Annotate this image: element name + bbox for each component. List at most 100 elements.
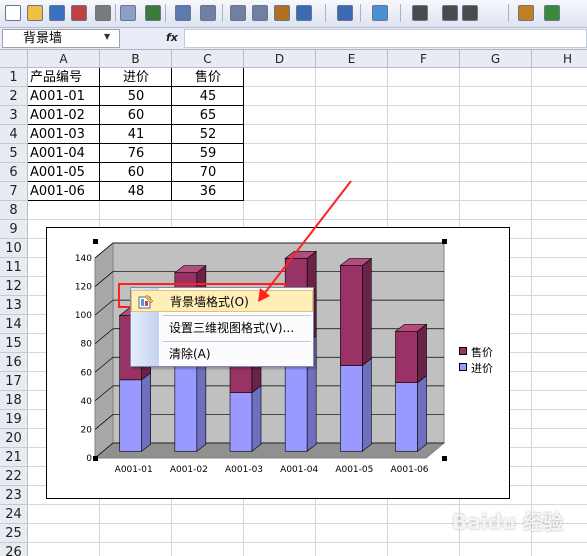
menu-separator bbox=[163, 315, 311, 316]
print-preview-icon[interactable] bbox=[120, 5, 136, 21]
permission-icon[interactable] bbox=[71, 5, 87, 21]
row-header-19[interactable]: 19 bbox=[0, 410, 28, 429]
table-cell[interactable]: A001-01 bbox=[28, 87, 100, 106]
row-header-10[interactable]: 10 bbox=[0, 239, 28, 258]
x-tick-label: A001-05 bbox=[335, 465, 373, 475]
format-painter-icon[interactable] bbox=[274, 5, 290, 21]
copy-icon[interactable] bbox=[230, 5, 246, 21]
table-cell[interactable]: 60 bbox=[100, 163, 172, 182]
column-header-b[interactable]: B bbox=[100, 50, 172, 68]
column-header-f[interactable]: F bbox=[388, 50, 460, 68]
row-header-3[interactable]: 3 bbox=[0, 106, 28, 125]
row-header-5[interactable]: 5 bbox=[0, 144, 28, 163]
table-cell[interactable]: A001-04 bbox=[28, 144, 100, 163]
selection-handle bbox=[442, 239, 447, 244]
column-header-a[interactable]: A bbox=[28, 50, 100, 68]
menu-label: 设置三维视图格式(V)... bbox=[169, 321, 295, 335]
table-cell[interactable]: 52 bbox=[172, 125, 244, 144]
bar-进价-A001-03 bbox=[229, 392, 253, 452]
row-header-8[interactable]: 8 bbox=[0, 201, 28, 220]
undo-icon[interactable] bbox=[296, 5, 312, 21]
column-header-c[interactable]: C bbox=[172, 50, 244, 68]
spelling-icon[interactable] bbox=[145, 5, 161, 21]
chart-wizard-icon[interactable] bbox=[518, 5, 534, 21]
open-icon[interactable] bbox=[27, 5, 43, 21]
row-header-23[interactable]: 23 bbox=[0, 486, 28, 505]
select-all-corner[interactable] bbox=[0, 50, 28, 68]
menu-separator bbox=[163, 341, 311, 342]
menu-item-3d-view[interactable]: 设置三维视图格式(V)... bbox=[131, 317, 313, 339]
paste-icon[interactable] bbox=[252, 5, 268, 21]
row-header-13[interactable]: 13 bbox=[0, 296, 28, 315]
row-header-4[interactable]: 4 bbox=[0, 125, 28, 144]
hyperlink-icon[interactable] bbox=[372, 5, 388, 21]
table-cell[interactable]: A001-03 bbox=[28, 125, 100, 144]
new-icon[interactable] bbox=[5, 5, 21, 21]
column-header-d[interactable]: D bbox=[244, 50, 316, 68]
row-header-15[interactable]: 15 bbox=[0, 334, 28, 353]
table-cell[interactable]: A001-02 bbox=[28, 106, 100, 125]
bar-售价-A001-05 bbox=[340, 265, 363, 366]
bar-side bbox=[251, 385, 262, 452]
table-header-cell[interactable]: 售价 bbox=[172, 68, 244, 87]
chevron-down-icon[interactable]: ▼ bbox=[104, 32, 110, 41]
row-header-6[interactable]: 6 bbox=[0, 163, 28, 182]
row-header-20[interactable]: 20 bbox=[0, 429, 28, 448]
row-header-16[interactable]: 16 bbox=[0, 353, 28, 372]
column-header-e[interactable]: E bbox=[316, 50, 388, 68]
grid-line bbox=[28, 219, 587, 220]
table-cell[interactable]: 59 bbox=[172, 144, 244, 163]
row-header-18[interactable]: 18 bbox=[0, 391, 28, 410]
print-icon[interactable] bbox=[95, 5, 111, 21]
table-cell[interactable]: A001-06 bbox=[28, 182, 100, 201]
name-box[interactable]: 背景墙 bbox=[2, 29, 120, 48]
row-header-26[interactable]: 26 bbox=[0, 543, 28, 556]
cut-icon[interactable] bbox=[200, 5, 216, 21]
table-header-cell[interactable]: 进价 bbox=[100, 68, 172, 87]
table-cell[interactable]: 70 bbox=[172, 163, 244, 182]
row-header-22[interactable]: 22 bbox=[0, 467, 28, 486]
autosum-icon[interactable] bbox=[412, 5, 428, 21]
save-icon[interactable] bbox=[49, 5, 65, 21]
table-cell[interactable]: 48 bbox=[100, 182, 172, 201]
selection-handle bbox=[93, 239, 98, 244]
table-cell[interactable]: 50 bbox=[100, 87, 172, 106]
research-icon[interactable] bbox=[175, 5, 191, 21]
row-header-9[interactable]: 9 bbox=[0, 220, 28, 239]
grid-line bbox=[28, 504, 587, 505]
row-header-7[interactable]: 7 bbox=[0, 182, 28, 201]
table-cell[interactable]: 36 bbox=[172, 182, 244, 201]
row-header-12[interactable]: 12 bbox=[0, 277, 28, 296]
row-header-17[interactable]: 17 bbox=[0, 372, 28, 391]
menu-item-clear[interactable]: 清除(A) bbox=[131, 343, 313, 365]
redo-icon[interactable] bbox=[337, 5, 353, 21]
x-tick-label: A001-04 bbox=[280, 465, 318, 475]
row-header-14[interactable]: 14 bbox=[0, 315, 28, 334]
column-header-h[interactable]: H bbox=[532, 50, 587, 68]
menu-item-format-wall[interactable]: 背景墙格式(O) bbox=[131, 290, 313, 312]
table-cell[interactable]: 41 bbox=[100, 125, 172, 144]
menu-label: 清除(A) bbox=[169, 347, 211, 361]
bar-进价-A001-02 bbox=[174, 365, 198, 452]
bar-side bbox=[196, 357, 207, 452]
row-header-25[interactable]: 25 bbox=[0, 524, 28, 543]
row-header-2[interactable]: 2 bbox=[0, 87, 28, 106]
row-header-1[interactable]: 1 bbox=[0, 68, 28, 87]
table-cell[interactable]: 60 bbox=[100, 106, 172, 125]
drawing-icon[interactable] bbox=[544, 5, 560, 21]
sort-descending-icon[interactable] bbox=[462, 5, 478, 21]
column-header-g[interactable]: G bbox=[460, 50, 532, 68]
x-tick-label: A001-02 bbox=[170, 465, 208, 475]
table-cell[interactable]: 65 bbox=[172, 106, 244, 125]
table-header-cell[interactable]: 产品编号 bbox=[28, 68, 100, 87]
table-cell[interactable]: 76 bbox=[100, 144, 172, 163]
row-header-24[interactable]: 24 bbox=[0, 505, 28, 524]
formula-input[interactable] bbox=[184, 29, 587, 48]
sort-ascending-icon[interactable] bbox=[442, 5, 458, 21]
table-cell[interactable]: 45 bbox=[172, 87, 244, 106]
y-tick-label: 120 bbox=[75, 283, 92, 293]
row-header-21[interactable]: 21 bbox=[0, 448, 28, 467]
row-header-11[interactable]: 11 bbox=[0, 258, 28, 277]
table-cell[interactable]: A001-05 bbox=[28, 163, 100, 182]
fx-icon[interactable]: fx bbox=[166, 31, 178, 44]
